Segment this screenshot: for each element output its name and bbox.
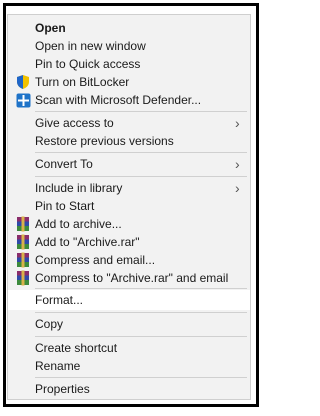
menu-item-label: Add to "Archive.rar"	[35, 235, 140, 249]
shield-icon	[15, 74, 31, 90]
menu-item-label: Scan with Microsoft Defender...	[35, 93, 202, 107]
menu-item-label: Convert To	[35, 157, 93, 171]
winrar-icon	[15, 252, 31, 268]
menu-item-open[interactable]: Open	[8, 18, 250, 38]
menu-item-open-new-window[interactable]: Open in new window	[8, 36, 250, 56]
menu-item-create-shortcut[interactable]: Create shortcut	[8, 338, 250, 358]
menu-item-label: Give access to	[35, 116, 114, 130]
winrar-icon	[15, 270, 31, 286]
menu-item-label: Pin to Start	[35, 199, 95, 213]
menu-item-label: Add to archive...	[35, 217, 122, 231]
menu-item-give-access[interactable]: Give access to ›	[8, 113, 250, 133]
menu-item-label: Compress and email...	[35, 253, 156, 267]
menu-item-pin-start[interactable]: Pin to Start	[8, 196, 250, 216]
winrar-icon	[15, 234, 31, 250]
chevron-right-icon: ›	[235, 156, 240, 172]
menu-separator	[35, 152, 247, 153]
menu-item-label: Compress to "Archive.rar" and email	[35, 271, 229, 285]
menu-separator	[35, 288, 247, 289]
menu-item-label: Format...	[35, 293, 84, 307]
menu-item-label: Restore previous versions	[35, 134, 174, 148]
chevron-right-icon: ›	[235, 180, 240, 196]
menu-item-label: Open in new window	[35, 39, 146, 53]
menu-separator	[35, 336, 247, 337]
menu-item-pin-quick-access[interactable]: Pin to Quick access	[8, 54, 250, 74]
menu-item-format[interactable]: Format...	[8, 290, 250, 310]
menu-separator	[35, 111, 247, 112]
context-menu: Open Open in new window Pin to Quick acc…	[7, 14, 251, 400]
menu-item-label: Turn on BitLocker	[35, 75, 130, 89]
menu-item-label: Rename	[35, 359, 81, 373]
chevron-right-icon: ›	[235, 115, 240, 131]
menu-item-label: Include in library	[35, 181, 123, 195]
menu-item-label: Copy	[35, 317, 64, 331]
menu-item-bitlocker[interactable]: Turn on BitLocker	[8, 72, 250, 92]
menu-item-add-archive-rar[interactable]: Add to "Archive.rar"	[8, 232, 250, 252]
menu-item-compress-email[interactable]: Compress and email...	[8, 250, 250, 270]
menu-item-label: Properties	[35, 382, 90, 396]
menu-separator	[35, 312, 247, 313]
menu-item-label: Pin to Quick access	[35, 57, 141, 71]
menu-separator	[35, 176, 247, 177]
menu-item-label: Open	[35, 21, 66, 35]
defender-icon	[15, 92, 31, 108]
menu-item-label: Create shortcut	[35, 341, 118, 355]
menu-item-rename[interactable]: Rename	[8, 356, 250, 376]
menu-separator	[35, 377, 247, 378]
menu-item-restore-versions[interactable]: Restore previous versions	[8, 131, 250, 151]
menu-item-include-library[interactable]: Include in library ›	[8, 178, 250, 198]
menu-item-defender[interactable]: Scan with Microsoft Defender...	[8, 90, 250, 110]
menu-item-add-archive[interactable]: Add to archive...	[8, 214, 250, 234]
menu-item-properties[interactable]: Properties	[8, 379, 250, 399]
winrar-icon	[15, 216, 31, 232]
menu-item-compress-rar-email[interactable]: Compress to "Archive.rar" and email	[8, 268, 250, 288]
menu-item-convert-to[interactable]: Convert To ›	[8, 154, 250, 174]
menu-item-copy[interactable]: Copy	[8, 314, 250, 334]
